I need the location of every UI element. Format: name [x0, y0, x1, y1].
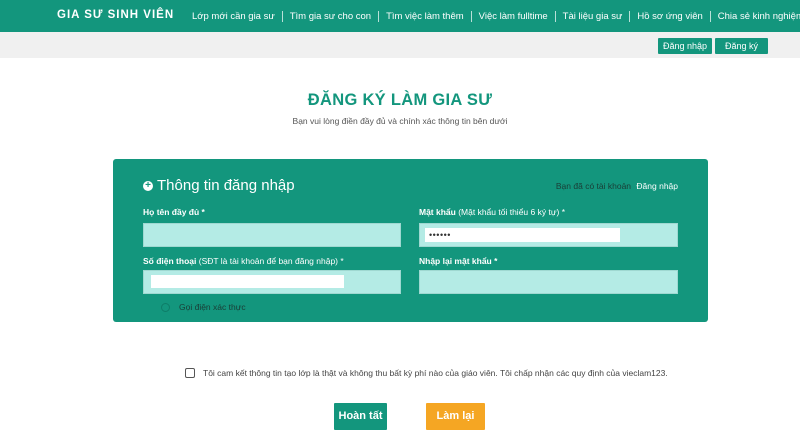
nav-tim-gia-su[interactable]: Tìm gia sư cho con [281, 10, 378, 22]
top-navigation-bar: GIA SƯ SINH VIÊN Lớp mới cần gia sư Tìm … [0, 0, 800, 32]
repassword-input[interactable] [419, 270, 678, 294]
commitment-row: Tôi cam kết thông tin tạo lớp là thật và… [185, 368, 668, 378]
nav-lop-moi[interactable]: Lớp mới cần gia sư [185, 11, 282, 22]
phone-label: Số điện thoại (SĐT là tài khoản để bạn đ… [143, 256, 344, 266]
commitment-checkbox[interactable] [185, 368, 195, 378]
fullname-input[interactable] [143, 223, 401, 247]
section-title-text: Thông tin đăng nhập [157, 177, 295, 194]
phone-hint: (SĐT là tài khoản để bạn đăng nhập) * [198, 256, 344, 266]
reset-button[interactable]: Làm lại [426, 403, 485, 430]
phone-value[interactable] [151, 275, 344, 288]
page-subtitle: Bạn vui lòng điền đầy đủ và chính xác th… [292, 116, 508, 126]
call-verify-label: Gọi điện xác thực [179, 302, 246, 312]
account-bar: Đăng nhập Đăng ký [0, 32, 800, 58]
register-button[interactable]: Đăng ký [715, 38, 768, 54]
login-button[interactable]: Đăng nhập [658, 38, 712, 54]
call-verify-radio[interactable] [161, 302, 170, 312]
call-verify-option[interactable]: Gọi điện xác thực [161, 302, 246, 312]
commitment-text: Tôi cam kết thông tin tạo lớp là thật và… [203, 368, 668, 378]
phone-label-text: Số điện thoại [143, 256, 197, 266]
nav-ho-so-ung-vien[interactable]: Hồ sơ ứng viên [629, 10, 709, 22]
password-hint: (Mật khẩu tối thiểu 6 ký tự) * [458, 207, 566, 217]
login-link[interactable]: Đăng nhập [636, 181, 678, 191]
nav-viec-lam-fulltime[interactable]: Việc làm fulltime [470, 10, 555, 22]
site-logo[interactable]: GIA SƯ SINH VIÊN [57, 9, 174, 21]
nav-chia-se-kinh-nghiem[interactable]: Chia sẻ kinh nghiệm [709, 10, 800, 22]
main-menu: Lớp mới cần gia sư Tìm gia sư cho con Tì… [185, 0, 800, 32]
have-account-prompt: Bạn đã có tài khoản Đăng nhập [556, 181, 678, 191]
section-title: + Thông tin đăng nhập [143, 177, 295, 194]
password-label: Mật khẩu (Mật khẩu tối thiểu 6 ký tự) * [419, 207, 565, 217]
have-account-text: Bạn đã có tài khoản [555, 181, 632, 191]
nav-tim-viec-lam-them[interactable]: Tìm việc làm thêm [378, 10, 471, 22]
nav-tai-lieu[interactable]: Tài liệu gia sư [554, 10, 630, 22]
plus-circle-icon: + [143, 180, 153, 191]
fullname-label: Họ tên đầy đủ * [143, 207, 205, 217]
page-title: ĐĂNG KÝ LÀM GIA SƯ [307, 91, 493, 109]
password-label-text: Mật khẩu [419, 207, 456, 217]
password-value[interactable]: •••••• [425, 228, 620, 242]
submit-button[interactable]: Hoàn tất [334, 403, 387, 430]
login-info-panel: + Thông tin đăng nhập Bạn đã có tài khoả… [113, 159, 708, 322]
repassword-label: Nhập lại mật khẩu * [419, 256, 498, 266]
